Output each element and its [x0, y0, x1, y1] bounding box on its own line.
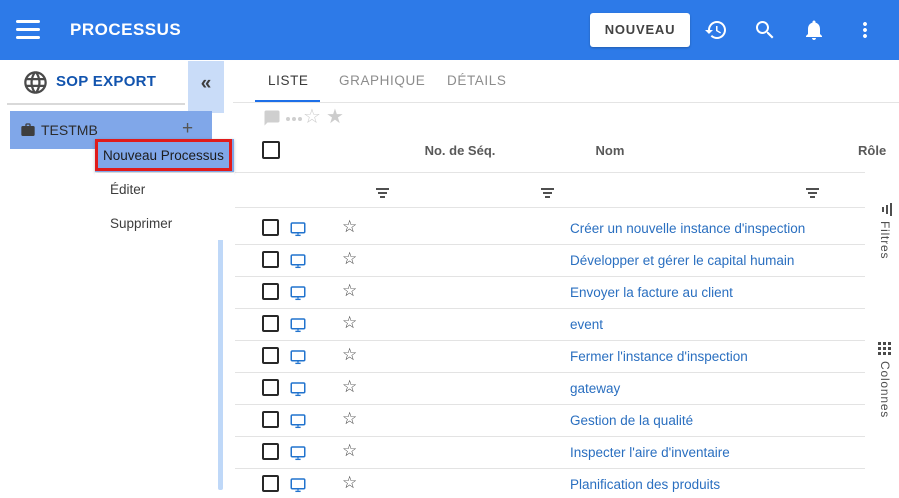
row-checkbox[interactable]	[262, 475, 279, 492]
app-bar: PROCESSUS NOUVEAU	[0, 0, 899, 60]
row-checkbox[interactable]	[262, 219, 279, 236]
menu-item-label: Éditer	[110, 182, 146, 197]
table-header-divider	[235, 172, 865, 173]
process-monitor-icon[interactable]	[289, 316, 307, 334]
tab-details[interactable]: DÉTAILS	[447, 60, 506, 102]
process-name-link[interactable]: Envoyer la facture au client	[570, 277, 733, 309]
row-checkbox[interactable]	[262, 347, 279, 364]
table-row: ☆ gateway	[235, 373, 865, 405]
row-star-icon[interactable]: ☆	[342, 377, 357, 397]
row-star-icon[interactable]: ☆	[342, 441, 357, 461]
columns-panel-icon[interactable]	[878, 342, 891, 355]
process-monitor-icon[interactable]	[289, 220, 307, 238]
filter-icon-seq[interactable]	[375, 188, 389, 200]
briefcase-icon	[20, 122, 36, 138]
page-title: PROCESSUS	[70, 20, 182, 39]
star-outline-icon[interactable]: ☆	[303, 104, 321, 128]
menu-item-nouveau-processus[interactable]: Nouveau Processus	[95, 139, 234, 172]
process-name-link[interactable]: Gestion de la qualité	[570, 405, 693, 437]
row-star-icon[interactable]: ☆	[342, 345, 357, 365]
history-icon[interactable]	[704, 18, 728, 42]
column-header-seq[interactable]: No. de Séq.	[400, 143, 520, 158]
process-name-link[interactable]: Développer et gérer le capital humain	[570, 245, 794, 277]
table-row: ☆ Inspecter l'aire d'inventaire	[235, 437, 865, 469]
filter-icon-role[interactable]	[805, 188, 819, 200]
column-header-role[interactable]: Rôle	[858, 143, 899, 158]
row-star-icon[interactable]: ☆	[342, 249, 357, 269]
collapse-sidebar-button[interactable]: «	[188, 61, 224, 113]
search-icon[interactable]	[753, 18, 777, 42]
table-body: ☆ Créer un nouvelle instance d'inspectio…	[235, 213, 865, 498]
process-name-link[interactable]: Créer un nouvelle instance d'inspection	[570, 213, 805, 245]
table-row: ☆ event	[235, 309, 865, 341]
columns-panel-toggle[interactable]: Colonnes	[878, 361, 892, 418]
menu-item-label: Supprimer	[110, 216, 173, 231]
app-window: PROCESSUS NOUVEAU SOP EXPORT « TESTMB + …	[0, 0, 899, 498]
process-name-link[interactable]: gateway	[570, 373, 620, 405]
menu-item-supprimer[interactable]: Supprimer	[95, 207, 234, 240]
table-row: ☆ Gestion de la qualité	[235, 405, 865, 437]
new-button[interactable]: NOUVEAU	[590, 13, 690, 47]
table-row: ☆ Envoyer la facture au client	[235, 277, 865, 309]
process-name-link[interactable]: Fermer l'instance d'inspection	[570, 341, 748, 373]
filter-icon-nom[interactable]	[540, 188, 554, 200]
menu-item-label: Nouveau Processus	[103, 148, 224, 163]
process-name-link[interactable]: Inspecter l'aire d'inventaire	[570, 437, 730, 469]
row-checkbox[interactable]	[262, 283, 279, 300]
filter-row-divider	[235, 207, 865, 208]
more-vert-icon[interactable]	[853, 18, 877, 42]
process-monitor-icon[interactable]	[289, 444, 307, 462]
process-monitor-icon[interactable]	[289, 252, 307, 270]
process-name-link[interactable]: Planification des produits	[570, 469, 720, 498]
table-row: ☆ Créer un nouvelle instance d'inspectio…	[235, 213, 865, 245]
notifications-bell-icon[interactable]	[802, 18, 826, 42]
hamburger-menu-icon[interactable]	[16, 20, 40, 40]
row-star-icon[interactable]: ☆	[342, 313, 357, 333]
row-checkbox[interactable]	[262, 411, 279, 428]
filters-panel-toggle[interactable]: Filtres	[878, 221, 892, 259]
process-monitor-icon[interactable]	[289, 412, 307, 430]
process-monitor-icon[interactable]	[289, 380, 307, 398]
tab-graphique[interactable]: GRAPHIQUE	[339, 60, 425, 102]
process-name-link[interactable]: event	[570, 309, 603, 341]
select-all-checkbox[interactable]	[262, 141, 280, 159]
row-star-icon[interactable]: ☆	[342, 473, 357, 493]
tree-item-label: TESTMB	[41, 122, 98, 138]
process-monitor-icon[interactable]	[289, 284, 307, 302]
comment-icon[interactable]	[263, 109, 281, 127]
row-star-icon[interactable]: ☆	[342, 217, 357, 237]
sidebar-divider	[7, 103, 185, 105]
process-monitor-icon[interactable]	[289, 348, 307, 366]
tree-scrollbar[interactable]	[218, 230, 223, 490]
table-row: ☆ Planification des produits	[235, 469, 865, 498]
table-row: ☆ Développer et gérer le capital humain	[235, 245, 865, 277]
table-row: ☆ Fermer l'instance d'inspection	[235, 341, 865, 373]
tabs-divider	[233, 102, 899, 103]
process-monitor-icon[interactable]	[289, 476, 307, 494]
workspace-title: SOP EXPORT	[56, 73, 157, 90]
row-star-icon[interactable]: ☆	[342, 281, 357, 301]
globe-icon	[22, 69, 49, 96]
more-horizontal-icon[interactable]	[286, 117, 302, 121]
row-checkbox[interactable]	[262, 251, 279, 268]
menu-item-editer[interactable]: Éditer	[95, 173, 234, 206]
column-header-nom[interactable]: Nom	[560, 143, 660, 158]
tab-liste[interactable]: LISTE	[268, 60, 309, 102]
star-filled-icon[interactable]: ★	[326, 104, 344, 128]
row-checkbox[interactable]	[262, 443, 279, 460]
context-menu: Nouveau Processus Éditer Supprimer	[95, 139, 234, 240]
row-star-icon[interactable]: ☆	[342, 409, 357, 429]
row-checkbox[interactable]	[262, 379, 279, 396]
filters-panel-icon[interactable]	[880, 202, 892, 216]
row-checkbox[interactable]	[262, 315, 279, 332]
